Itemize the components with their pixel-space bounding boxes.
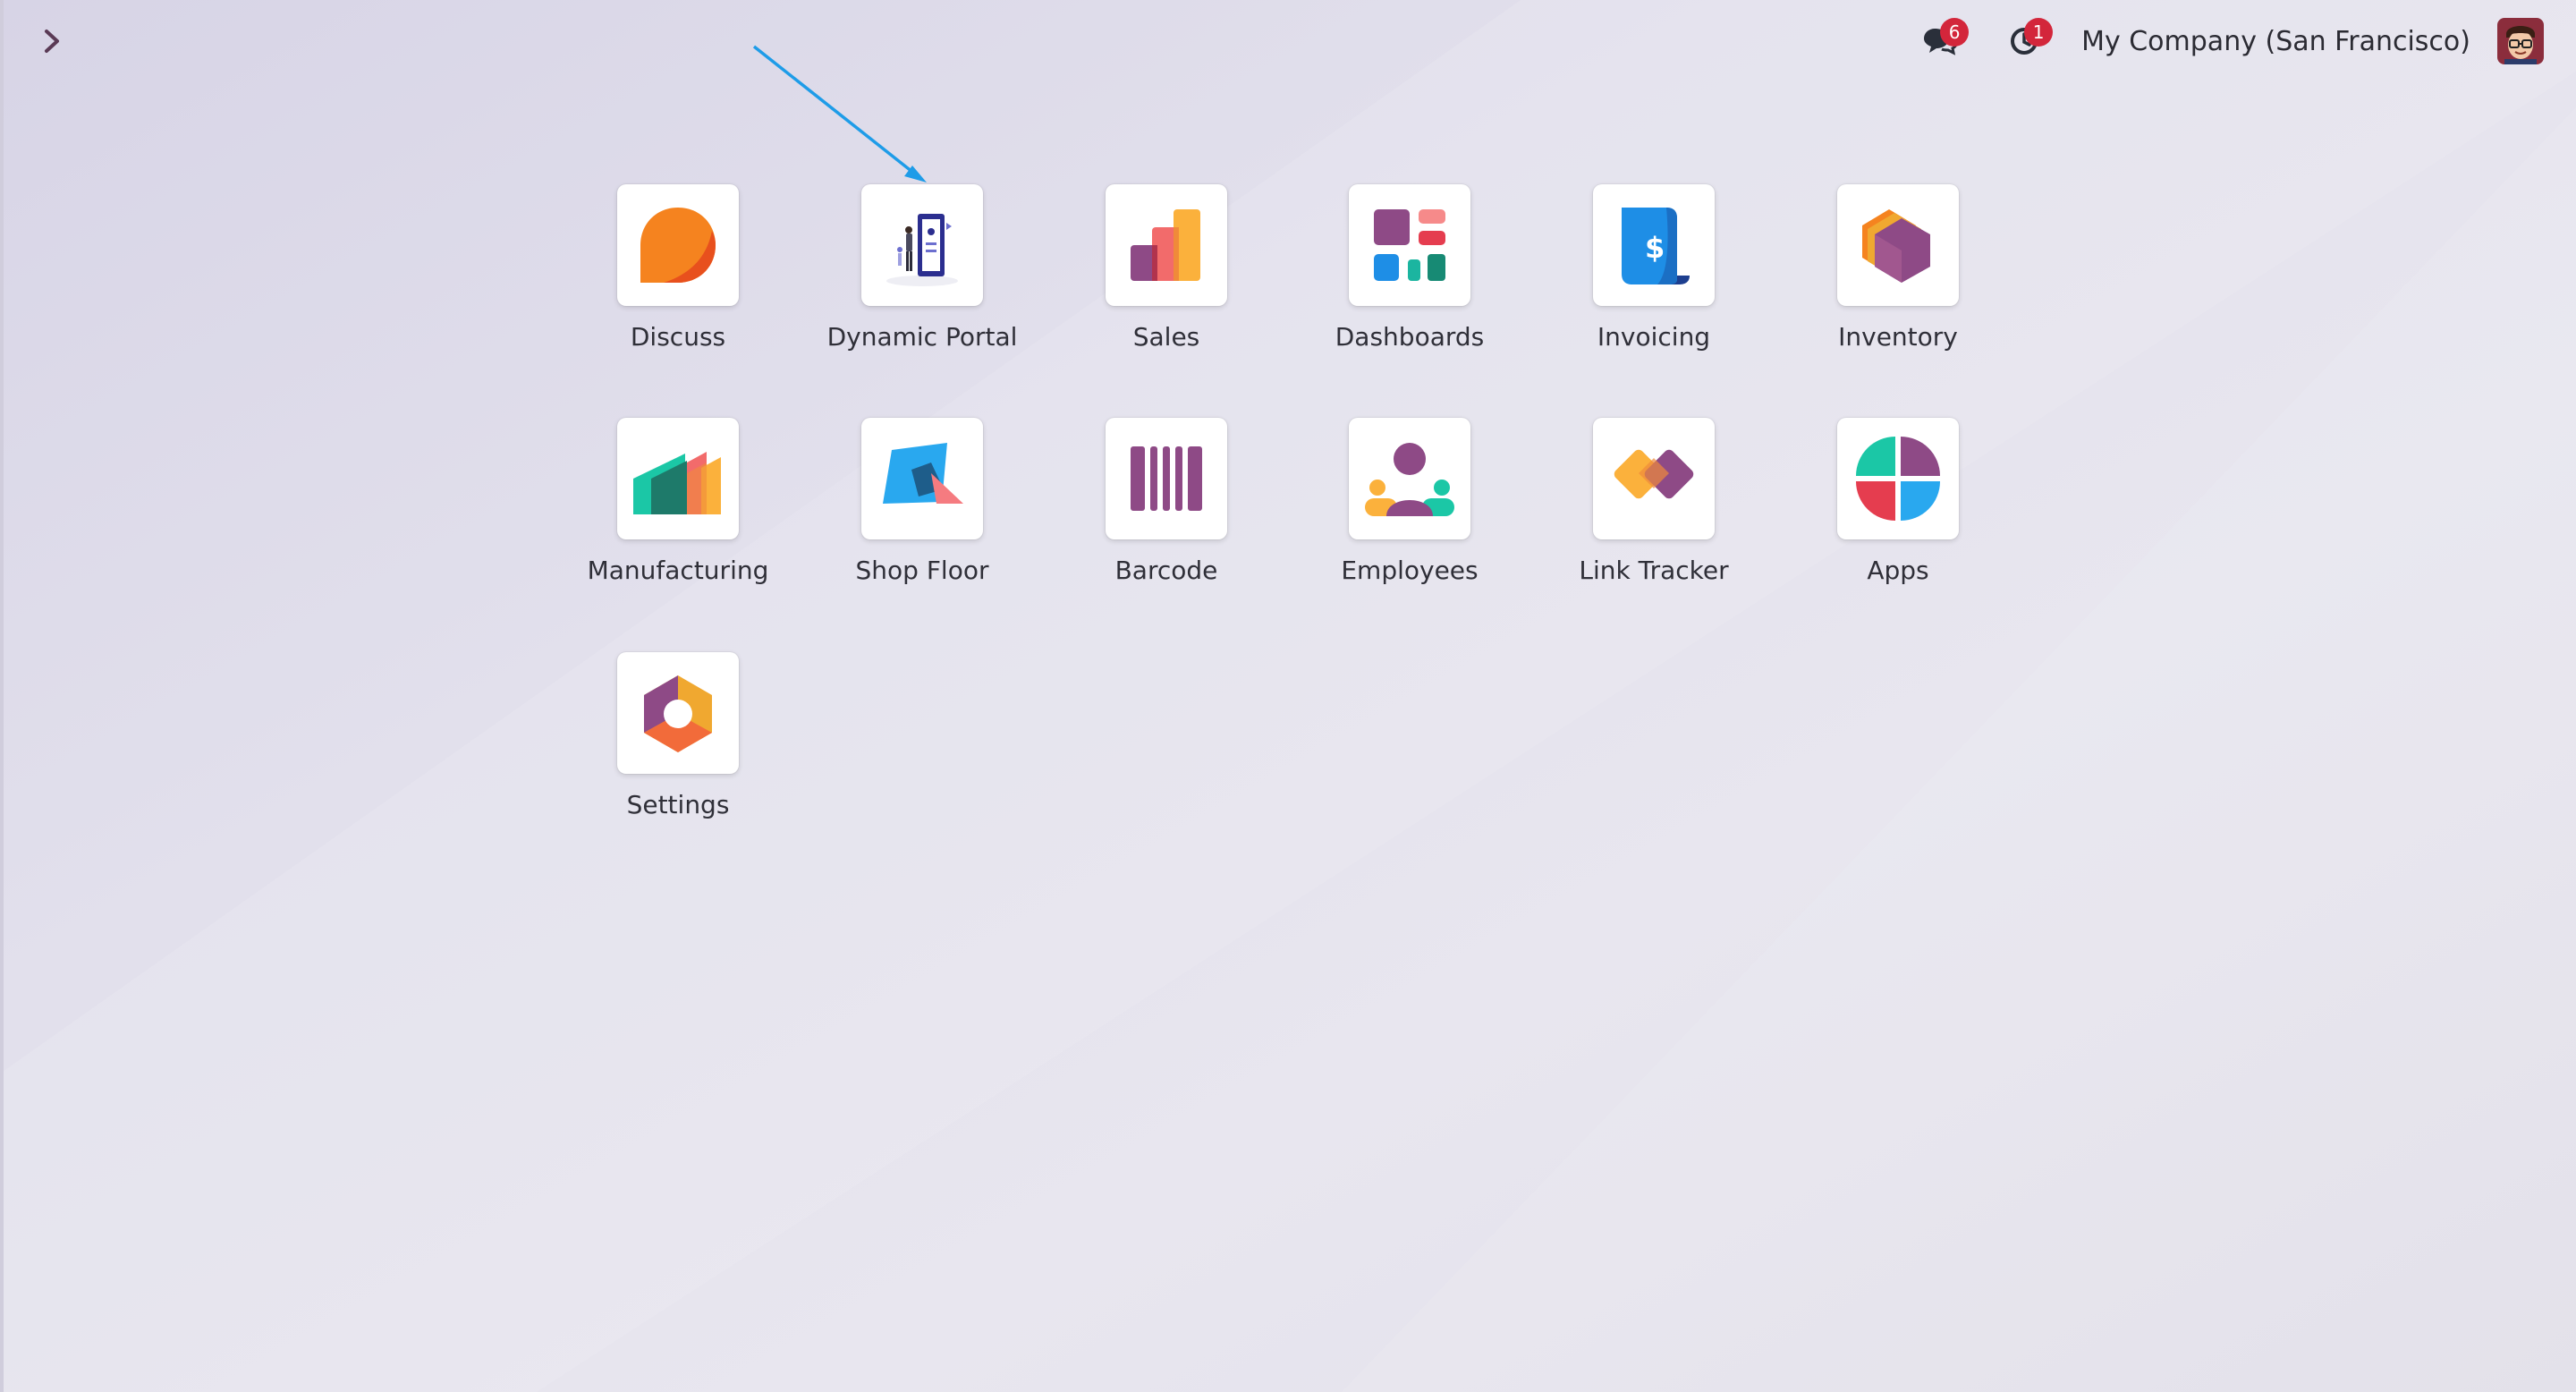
- app-label: Manufacturing: [587, 556, 769, 585]
- apps-icon: [1856, 437, 1940, 521]
- app-inventory[interactable]: Inventory: [1791, 184, 2005, 352]
- avatar-icon: [2497, 18, 2544, 64]
- app-dashboards[interactable]: Dashboards: [1302, 184, 1517, 352]
- app-employees[interactable]: Employees: [1302, 418, 1517, 585]
- app-label: Barcode: [1114, 556, 1218, 585]
- chevron-right-icon: [45, 30, 59, 53]
- app-label: Sales: [1132, 322, 1200, 352]
- app-tile: [861, 418, 983, 539]
- app-tile: $: [1593, 184, 1715, 306]
- app-label: Inventory: [1838, 322, 1958, 352]
- employees-icon: [1365, 443, 1454, 516]
- app-sales[interactable]: Sales: [1059, 184, 1274, 352]
- app-discuss[interactable]: Discuss: [571, 184, 785, 352]
- dynamic-portal-icon: [886, 214, 958, 286]
- app-tile: [617, 184, 739, 306]
- app-manufacturing[interactable]: Manufacturing: [571, 418, 785, 585]
- sidebar-toggle-button[interactable]: [34, 23, 70, 59]
- systray: 6 1 My Company (San Francisco): [1881, 16, 2544, 66]
- app-label: Apps: [1867, 556, 1929, 585]
- app-label: Discuss: [630, 322, 726, 352]
- app-tile: [1106, 418, 1227, 539]
- app-tile: [1106, 184, 1227, 306]
- activities-button[interactable]: 1: [1999, 16, 2054, 66]
- shop-floor-icon: [883, 443, 963, 504]
- activities-count-badge: 1: [2024, 18, 2054, 47]
- svg-text:$: $: [1645, 231, 1665, 265]
- app-label: Dynamic Portal: [826, 322, 1018, 352]
- app-settings[interactable]: Settings: [571, 652, 785, 819]
- app-tile: [617, 418, 739, 539]
- app-label: Shop Floor: [855, 556, 989, 585]
- app-link-tracker[interactable]: Link Tracker: [1546, 418, 1761, 585]
- app-label: Employees: [1341, 556, 1479, 585]
- app-tile: [1349, 184, 1470, 306]
- app-shop-floor[interactable]: Shop Floor: [815, 418, 1030, 585]
- barcode-icon: [1131, 446, 1202, 511]
- annotation-arrow: [752, 45, 927, 182]
- settings-icon: [644, 675, 712, 752]
- left-edge: [0, 0, 4, 1392]
- app-tile: [1349, 418, 1470, 539]
- app-tile: [1593, 418, 1715, 539]
- discuss-icon: [640, 208, 716, 283]
- app-invoicing[interactable]: $ Invoicing: [1546, 184, 1761, 352]
- app-barcode[interactable]: Barcode: [1059, 418, 1274, 585]
- app-tile: [617, 652, 739, 774]
- app-label: Invoicing: [1597, 322, 1711, 352]
- background-pattern: [0, 0, 2576, 1392]
- manufacturing-icon: [633, 452, 721, 514]
- company-switcher[interactable]: My Company (San Francisco): [2081, 26, 2470, 57]
- sales-icon: [1131, 209, 1200, 281]
- app-label: Settings: [626, 790, 730, 819]
- inventory-icon: [1862, 209, 1930, 283]
- app-apps[interactable]: Apps: [1791, 418, 2005, 585]
- dashboards-icon: [1374, 209, 1445, 281]
- invoicing-icon: $: [1622, 208, 1690, 284]
- app-tile: [1837, 184, 1959, 306]
- app-tile: [1837, 418, 1959, 539]
- app-tile: [861, 184, 983, 306]
- link-tracker-icon: [1614, 449, 1694, 499]
- messages-button[interactable]: 6: [1915, 16, 1970, 66]
- messages-count-badge: 6: [1940, 18, 1970, 47]
- user-avatar[interactable]: [2497, 18, 2544, 64]
- app-label: Link Tracker: [1579, 556, 1729, 585]
- app-dynamic-portal[interactable]: Dynamic Portal: [815, 184, 1030, 352]
- app-label: Dashboards: [1335, 322, 1485, 352]
